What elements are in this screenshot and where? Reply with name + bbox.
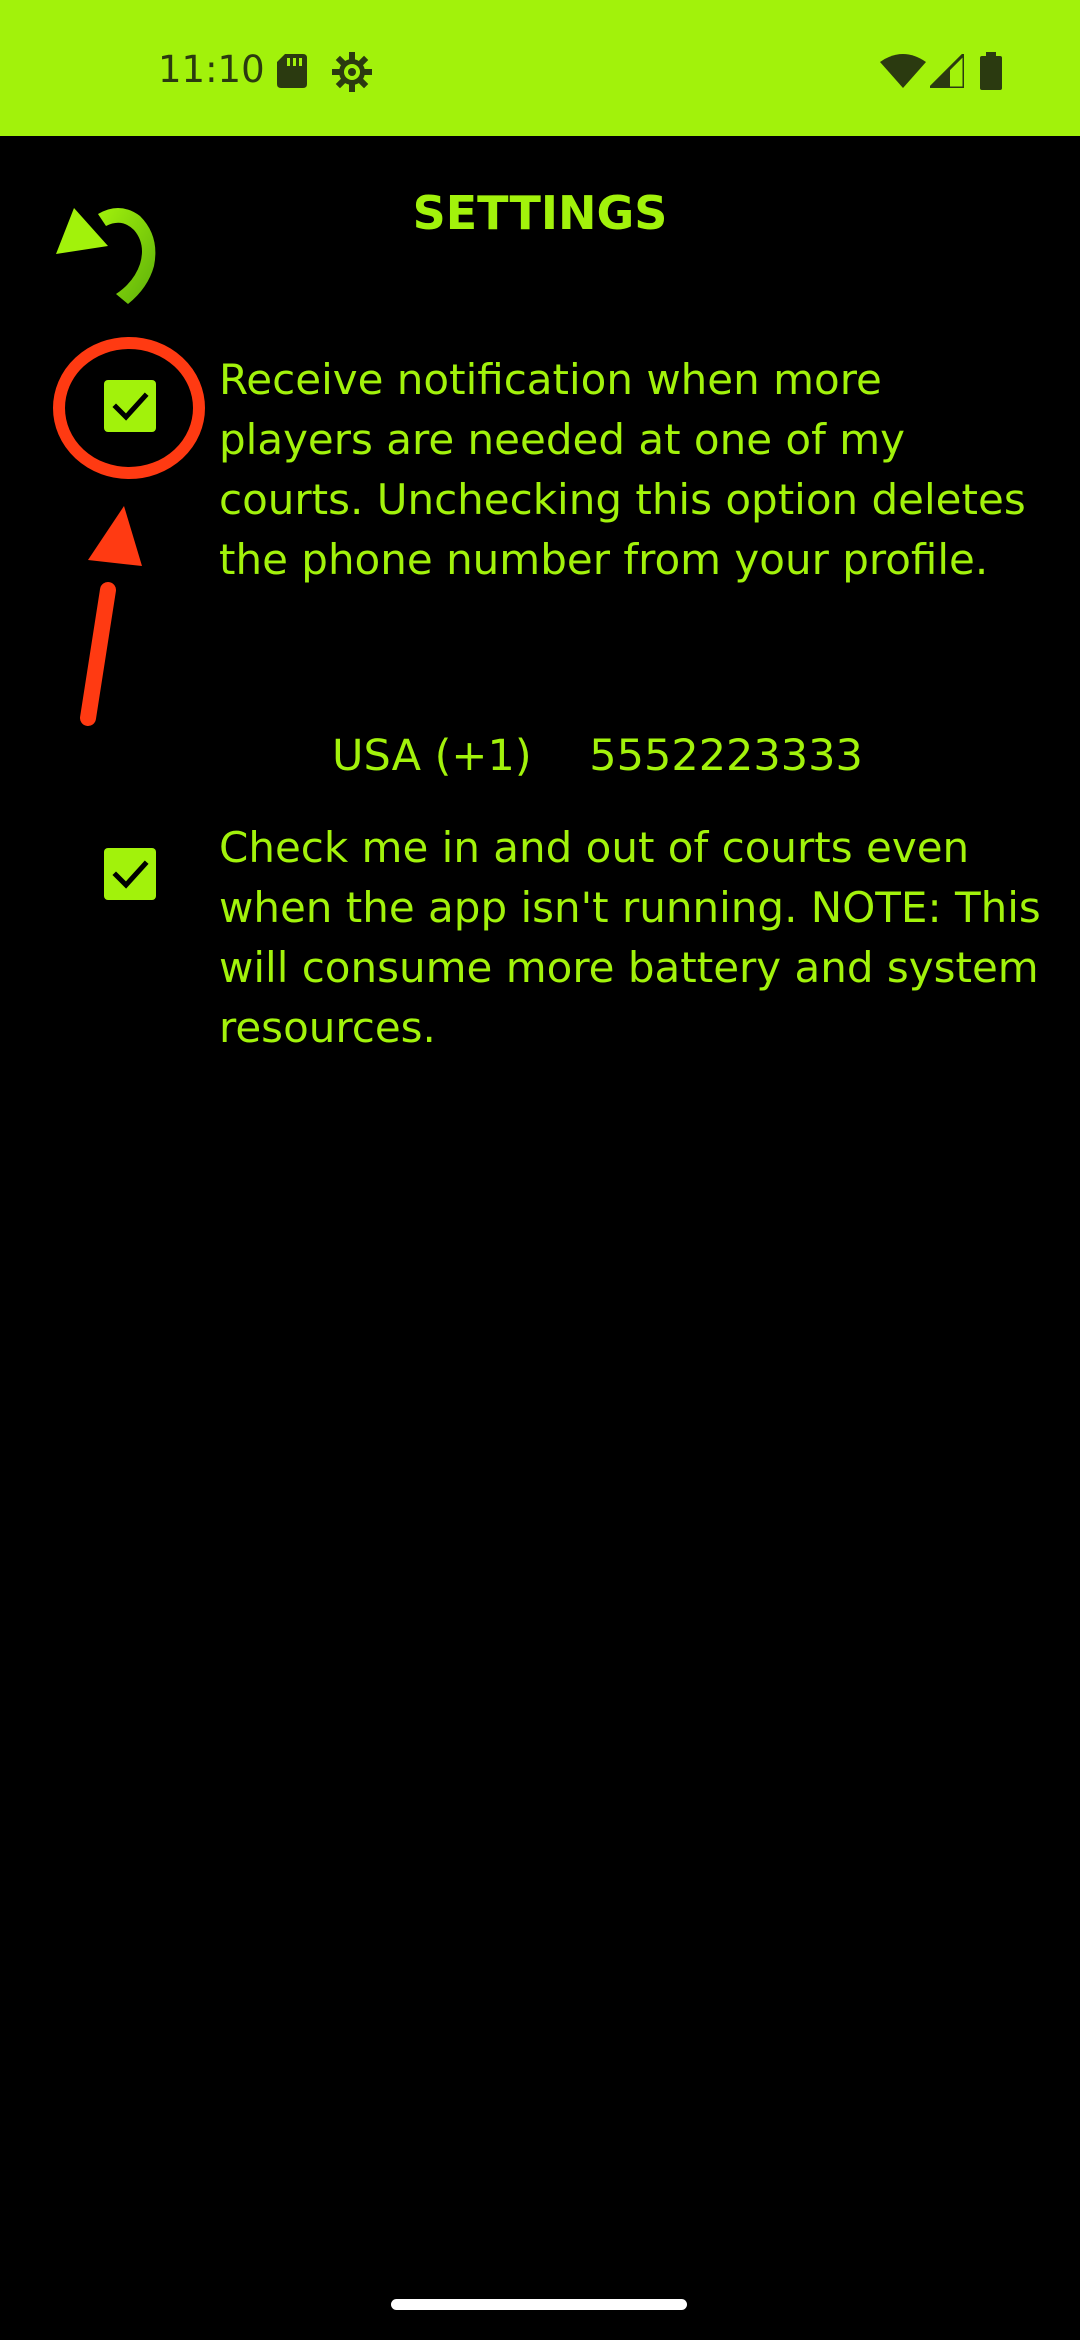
- notification-option-text: Receive notification when more players a…: [219, 355, 1026, 584]
- checkmark-icon: [112, 392, 149, 421]
- wifi-icon: [880, 54, 926, 88]
- status-time: 11:10: [158, 48, 265, 91]
- home-indicator[interactable]: [391, 2299, 687, 2310]
- settings-gear-icon: [332, 52, 372, 92]
- background-checkin-checkbox[interactable]: [104, 848, 156, 900]
- settings-screen: 11:10 SETTINGS Receive notification when…: [0, 0, 1080, 2340]
- page-title: SETTINGS: [412, 186, 668, 240]
- signal-icon: [930, 54, 964, 88]
- battery-icon: [980, 52, 1002, 90]
- annotation-arrow: [80, 506, 142, 726]
- phone-number-field[interactable]: 5552223333: [589, 726, 863, 786]
- background-checkin-option-text: Check me in and out of courts even when …: [219, 823, 1041, 1052]
- checkmark-icon: [112, 860, 149, 889]
- phone-row: USA (+1) 5552223333: [332, 726, 863, 786]
- phone-country-code[interactable]: USA (+1): [332, 726, 532, 786]
- status-bar: 11:10: [0, 0, 1080, 136]
- sd-card-icon: [277, 54, 307, 88]
- notification-checkbox[interactable]: [104, 380, 156, 432]
